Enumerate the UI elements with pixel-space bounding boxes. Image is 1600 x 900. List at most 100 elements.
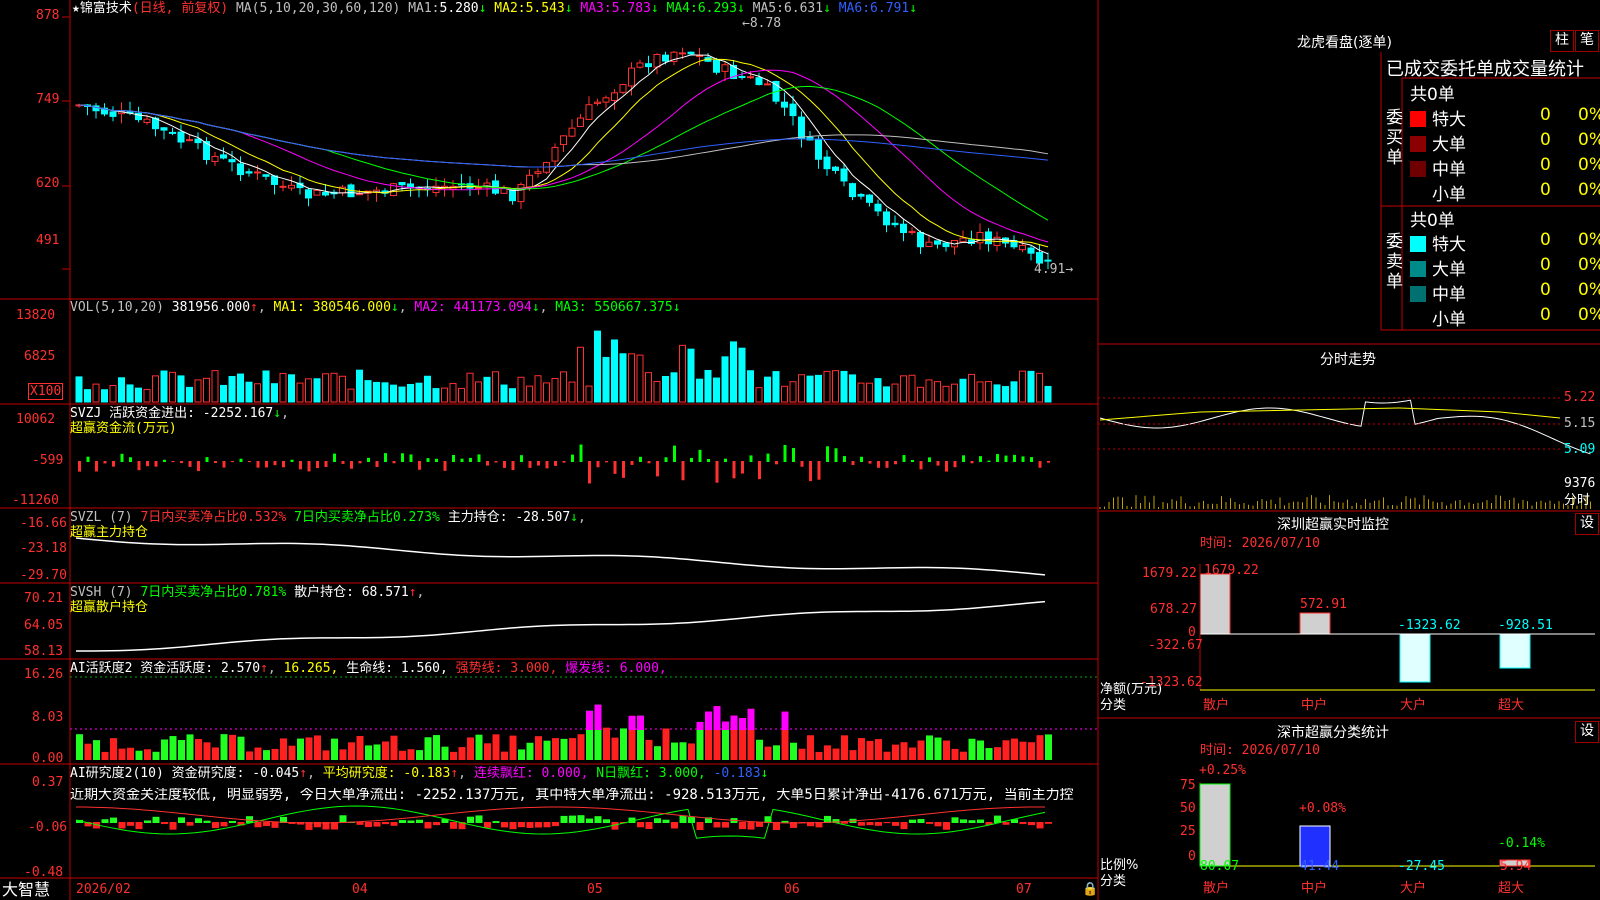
research-bar: [637, 822, 644, 828]
adjust-mode[interactable]: (日线, 前复权): [132, 1, 228, 16]
activity-bar: [1028, 742, 1035, 760]
research-bar: [696, 822, 704, 830]
sz-class-value: 80.07: [1200, 859, 1240, 874]
tick-mode-button[interactable]: 笔: [1575, 30, 1599, 52]
research-bar: [518, 822, 525, 828]
research-bar: [943, 822, 950, 830]
fund-flow-bar: [409, 454, 413, 462]
color-swatch: [1410, 186, 1426, 202]
activity-bar: [280, 738, 287, 760]
research-bar: [569, 815, 576, 823]
volume-bar: [475, 381, 482, 403]
activity-bar: [161, 739, 168, 760]
activity-bar: [76, 734, 83, 760]
fund-flow-bar: [919, 461, 923, 470]
svsh-header[interactable]: SVSH (7) 7日内买卖净占比0.781% 散户持仓: 68.571↑,: [70, 585, 424, 600]
research-bar: [135, 822, 143, 830]
candle-body: [475, 187, 482, 190]
fund-flow-bar: [707, 458, 710, 462]
fund-flow-bar: [571, 454, 574, 462]
intraday-price-line: [1099, 399, 1591, 455]
main-chart-canvas[interactable]: [0, 0, 1600, 900]
volume-bar: [1027, 370, 1035, 403]
volume-bar: [670, 372, 678, 403]
volume-bar: [296, 382, 304, 403]
fund-flow-bar: [435, 458, 438, 462]
volume-bar: [798, 374, 805, 403]
svzl-header[interactable]: SVZL (7) 7日内买卖净占比0.532% 7日内买卖净占比0.273% 主…: [70, 510, 586, 525]
fund-flow-bar: [664, 457, 668, 462]
fund-flow-bar: [970, 461, 974, 464]
vol-header[interactable]: VOL(5,10,20) 381956.000↑, MA1: 380546.00…: [70, 300, 681, 315]
research-bar: [713, 822, 721, 828]
ma6-value: 6.791: [870, 1, 910, 16]
order-count: 0: [1540, 305, 1551, 325]
price-axis-label: 749: [36, 92, 60, 107]
research-bar: [110, 817, 117, 823]
fund-flow-bar: [860, 456, 863, 462]
ma2-value: 5.543: [525, 1, 565, 16]
vol-unit-button[interactable]: X100: [28, 383, 64, 400]
fund-flow-bar: [324, 461, 328, 468]
research-bar: [535, 822, 542, 828]
lock-icon[interactable]: 🔒: [1082, 882, 1098, 897]
fund-flow-bar: [724, 458, 727, 462]
volume-bar: [900, 375, 907, 403]
volume-bar: [891, 383, 899, 403]
volume-bar: [466, 372, 474, 403]
research-bar: [433, 822, 440, 826]
svzj-header[interactable]: SVZJ 活跃资金进出: -2252.167↓,: [70, 406, 289, 421]
candle-body: [169, 131, 176, 134]
price-axis-label: 491: [36, 233, 60, 248]
fund-flow-bar: [928, 457, 931, 462]
fund-flow-bar: [528, 461, 532, 468]
activity-bar: [84, 743, 92, 760]
candle-body: [900, 223, 907, 234]
research-bar: [1028, 822, 1035, 826]
ai1-header[interactable]: AI活跃度2 资金活跃度: 2.570↑, 16.265, 生命线: 1.560…: [70, 661, 667, 676]
fund-flow-bar: [494, 461, 498, 463]
volume-bar: [169, 371, 176, 403]
candle-body: [271, 175, 278, 185]
fund-flow-bar: [290, 459, 294, 462]
activity-bar: [314, 735, 321, 760]
fund-flow-bar: [171, 461, 175, 463]
candle-body: [849, 183, 856, 198]
volume-bar: [832, 370, 839, 403]
fund-flow-bar: [273, 461, 277, 466]
fund-flow-bar: [1047, 461, 1050, 463]
volume-bar: [381, 382, 389, 403]
fund-flow-bar: [452, 454, 455, 462]
ai2-comment: 近期大资金关注度较低, 明显弱势, 今日大单净流出: -2252.137万元, …: [70, 788, 1074, 803]
fund-flow-bar: [656, 461, 659, 477]
activity-bar: [900, 742, 908, 760]
activity-bar: [985, 748, 993, 760]
research-bar: [1045, 822, 1052, 824]
volume-bar: [577, 346, 584, 403]
svsh-axis-label: 70.21: [24, 591, 64, 606]
research-bar: [475, 815, 483, 823]
fund-flow-bar: [282, 461, 285, 468]
bar-mode-button[interactable]: 柱: [1550, 30, 1574, 52]
sz-class-pct: +0.08%: [1299, 801, 1346, 816]
activity-bar: [866, 740, 874, 760]
svsh-axis-label: 64.05: [24, 618, 64, 633]
star-icon[interactable]: ★: [72, 1, 80, 16]
volume-bar: [118, 377, 125, 403]
volume-bar: [747, 370, 754, 403]
low-price-label: 4.91→: [1034, 262, 1074, 277]
sz-monitor-settings-button[interactable]: 设: [1575, 513, 1599, 535]
volume-bar: [135, 387, 142, 403]
sz-class-settings-button[interactable]: 设: [1575, 721, 1599, 743]
volume-bar: [823, 370, 831, 403]
volume-bar: [84, 389, 91, 403]
fund-flow-bar: [809, 461, 812, 482]
activity-peak: [586, 710, 593, 730]
activity-bar: [407, 749, 415, 760]
ai2-header[interactable]: AI研究度2(10) 资金研究度: -0.045↑, 平均研究度: -0.183…: [70, 766, 768, 781]
order-size-label: 特大: [1432, 110, 1466, 130]
research-bar: [399, 820, 406, 823]
svzj-subtitle: 超赢资金流(万元): [70, 421, 177, 436]
research-bar: [739, 822, 746, 830]
fund-flow-bar: [358, 461, 362, 464]
